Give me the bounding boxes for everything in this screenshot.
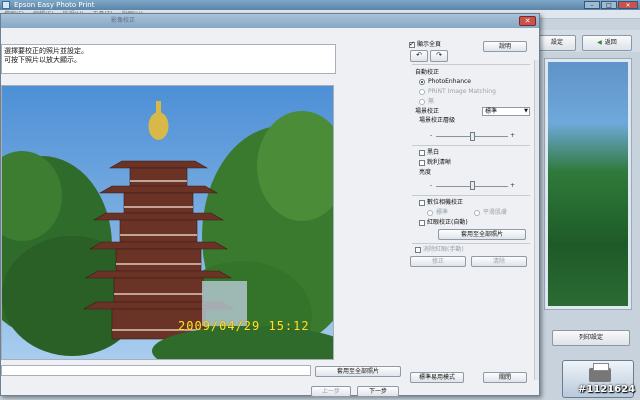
print-settings-label: 列印設定 (578, 334, 603, 341)
redeye-manual-checkbox[interactable] (415, 247, 421, 253)
close-window-button[interactable]: ✕ (618, 1, 638, 9)
none-label: 無 (428, 98, 435, 105)
standard-radio[interactable] (427, 210, 433, 216)
minimize-button[interactable]: – (584, 1, 600, 9)
dialog-title: 影像校正 (111, 17, 136, 24)
brightness-label: 亮度 (419, 169, 432, 176)
separator (412, 145, 530, 146)
brightness-minus: - (430, 182, 433, 189)
scene-level-label: 場景校正層級 (419, 117, 456, 124)
rotate-left-button[interactable]: ↶ (410, 50, 428, 62)
watermark: #1121624 (578, 384, 636, 395)
scene-level-slider[interactable] (469, 132, 475, 141)
none-radio[interactable] (419, 99, 425, 105)
apply-to-all-panel-button[interactable]: 套用至全部照片 (438, 229, 526, 240)
scene-correction-value: 標準 (485, 108, 498, 115)
chevron-down-icon: ▼ (524, 108, 528, 114)
show-full-page-label: 顯示全頁 (417, 41, 442, 48)
redeye-manual-label: 消除紅眼(手動) (423, 246, 464, 253)
close-dialog-button[interactable]: 關閉 (483, 372, 527, 383)
photoenhance-radio[interactable] (419, 79, 425, 85)
printer-icon (589, 363, 611, 382)
scene-level-minus: - (430, 132, 433, 139)
black-white-label: 黑白 (427, 149, 440, 156)
print-image-matching-radio[interactable] (419, 89, 425, 95)
dialog-title-bar (1, 14, 539, 28)
rotate-right-button[interactable]: ↷ (430, 50, 448, 62)
auto-correct-label: 自動校正 (415, 69, 440, 76)
window-controls: – □ ✕ (584, 0, 638, 10)
standard-label: 標準 (436, 209, 449, 216)
back-arrow-icon: ◀ (597, 39, 602, 46)
digital-camera-correction-checkbox[interactable] (419, 200, 425, 206)
fix-button[interactable]: 修正 (410, 256, 466, 267)
scene-correction-select[interactable]: 標準 ▼ (482, 107, 530, 116)
maximize-button[interactable]: □ (601, 1, 617, 9)
black-white-checkbox[interactable] (419, 150, 425, 156)
instruction-line-1: 選擇要校正的照片並設定。 (4, 47, 88, 55)
rotate-right-icon: ↷ (436, 51, 442, 59)
print-image-matching-label: PRINT Image Matching (428, 88, 496, 95)
brightness-slider[interactable] (469, 181, 475, 190)
redeye-auto-label: 紅眼校正(自動) (427, 219, 468, 226)
instruction-line-2: 可按下照片以放大顯示。 (4, 56, 81, 64)
photoenhance-label: PhotoEnhance (428, 78, 471, 85)
previous-step-button[interactable]: 上一步 (311, 386, 351, 397)
separator (412, 195, 530, 196)
show-full-page-checkbox[interactable] (409, 40, 415, 48)
smooth-skin-label: 平滑肌膚 (483, 209, 508, 216)
instruction-box: 選擇要校正的照片並設定。 可按下照片以放大顯示。 (1, 44, 336, 74)
dialog-close-button[interactable]: ✕ (519, 16, 536, 26)
help-button[interactable]: 說明 (483, 41, 527, 52)
redeye-auto-checkbox[interactable] (419, 220, 425, 226)
photo-date-stamp: 2009/04/29 15:12 (178, 319, 310, 333)
app-icon (2, 1, 10, 9)
app-title: Epson Easy Photo Print (14, 1, 95, 9)
sharpen-checkbox[interactable] (419, 160, 425, 166)
scene-level-plus: + (510, 132, 516, 139)
rotate-left-icon: ↶ (416, 51, 422, 59)
smooth-skin-radio[interactable] (474, 210, 480, 216)
apply-to-all-photos-button[interactable]: 套用至全部照片 (315, 366, 401, 377)
panel-scrollbar[interactable] (534, 60, 539, 380)
back-button[interactable]: ◀ 返回 (582, 35, 632, 51)
separator (412, 64, 530, 65)
simple-mode-button[interactable]: 標準易用模式 (410, 372, 464, 383)
photo-info-field (1, 365, 311, 376)
back-button-label: 返回 (604, 39, 617, 46)
scene-correction-label: 場景校正 (415, 108, 440, 115)
clear-button[interactable]: 清除 (471, 256, 527, 267)
photo-thumbnail[interactable] (548, 62, 628, 306)
print-settings-button[interactable]: 列印設定 (552, 330, 630, 346)
app-title-bar: Epson Easy Photo Print – □ ✕ (0, 0, 640, 10)
photo-preview[interactable]: 2009/04/29 15:12 (1, 85, 334, 360)
next-step-button[interactable]: 下一步 (357, 386, 399, 397)
settings-button-label: 設定 (550, 39, 563, 46)
brightness-plus: + (510, 182, 516, 189)
sharpen-label: 銳利清晰 (427, 159, 452, 166)
digital-camera-correction-label: 數位相機校正 (427, 199, 464, 206)
separator (412, 243, 530, 244)
settings-button[interactable]: 設定 (538, 35, 576, 51)
